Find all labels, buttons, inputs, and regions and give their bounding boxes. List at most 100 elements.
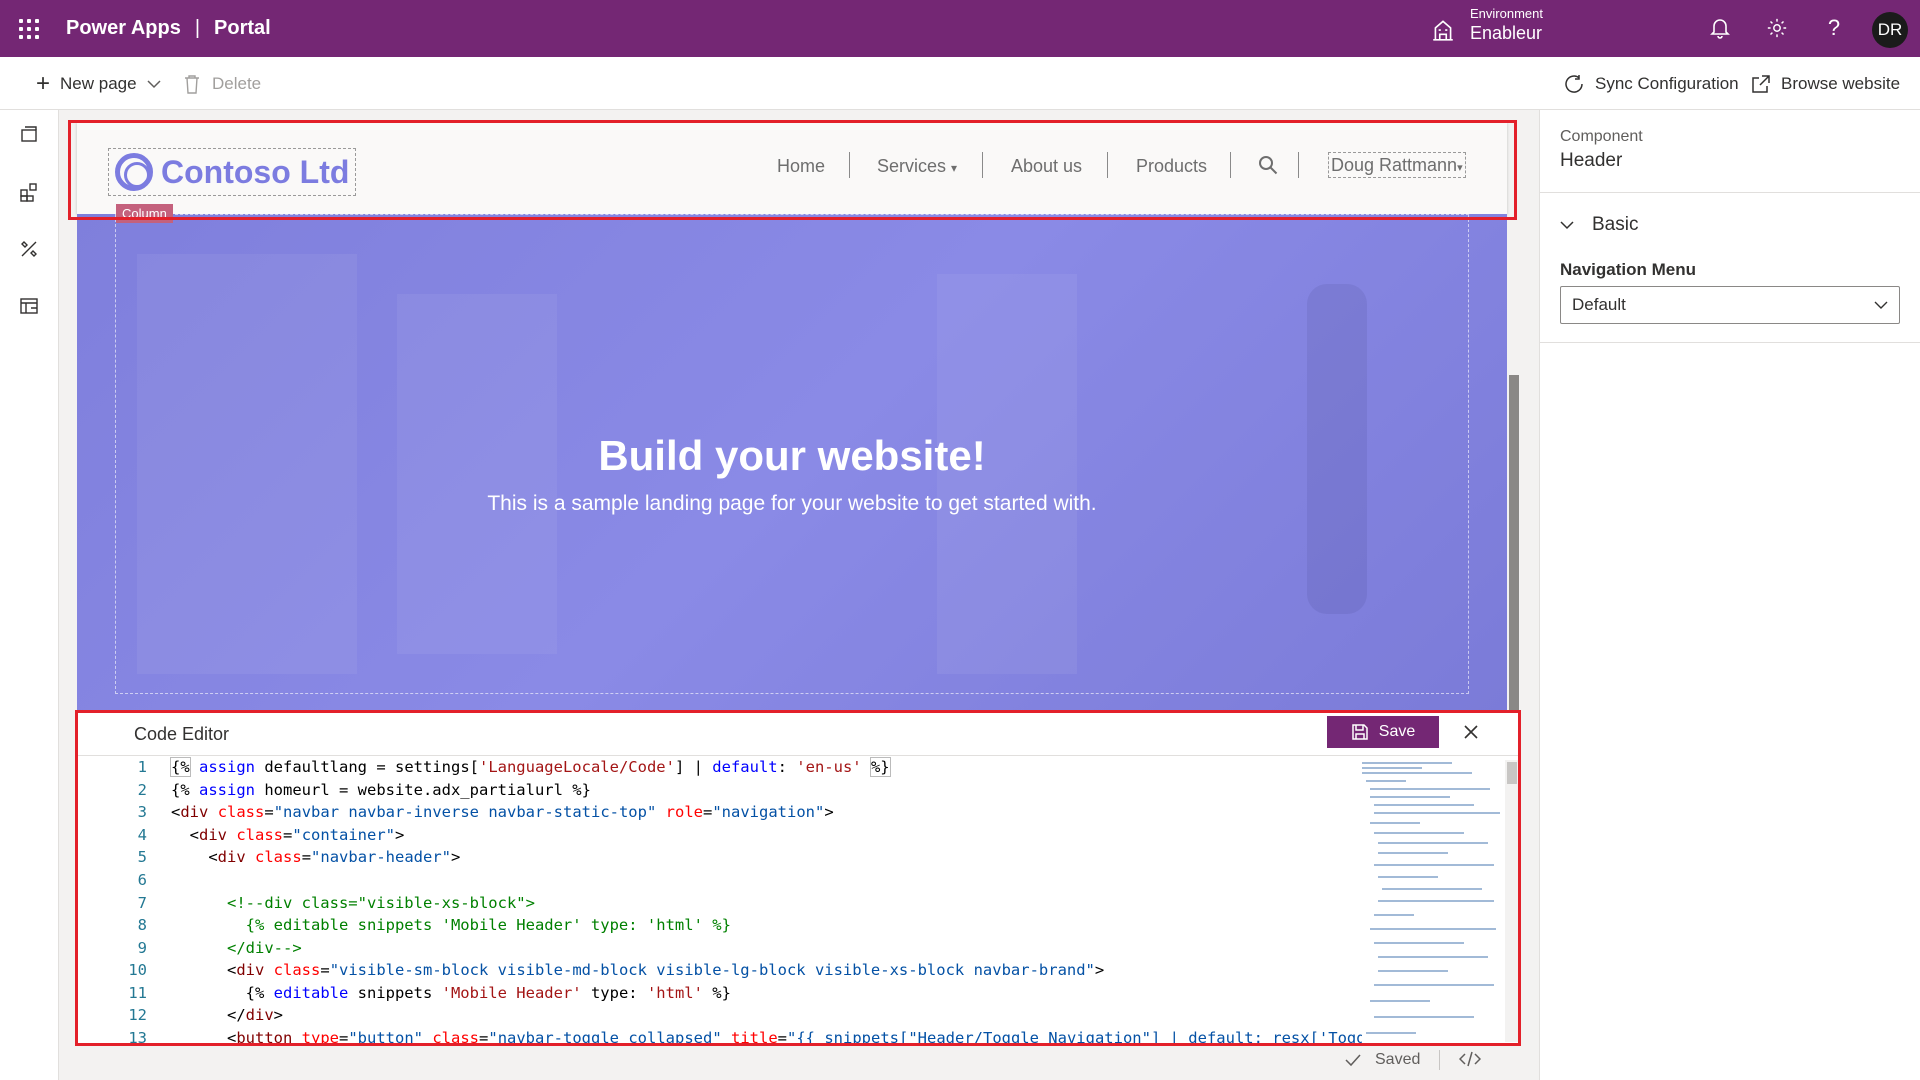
search-icon[interactable] (1258, 155, 1278, 175)
help-icon[interactable]: ? (1820, 14, 1848, 42)
components-icon[interactable] (14, 177, 44, 207)
code-icon[interactable] (1459, 1051, 1481, 1067)
code-editor-header: Code Editor Save (77, 712, 1519, 756)
nav-divider (849, 152, 850, 178)
line-number: 10 (128, 961, 147, 979)
caret-down-icon: ▾ (1457, 162, 1463, 174)
code-line: <!--div class="visible-xs-block"> (171, 894, 535, 912)
code-line: {% assign homeurl = website.adx_partialu… (171, 781, 591, 799)
line-number: 6 (137, 871, 147, 889)
code-editor-panel: Code Editor Save 1 2 3 4 5 6 7 8 9 10 11… (77, 712, 1519, 1044)
nav-divider (1298, 152, 1299, 178)
sync-icon (1565, 74, 1583, 93)
code-line: </div> (171, 1006, 283, 1024)
user-menu[interactable]: Doug Rattmann▾ (1328, 152, 1466, 178)
bell-icon[interactable] (1706, 14, 1734, 42)
external-link-icon (1752, 74, 1770, 93)
line-number: 12 (128, 1006, 147, 1024)
site-header[interactable]: Contoso Ltd Home Services ▾ About us Pro… (77, 122, 1507, 214)
panel-divider (1540, 192, 1920, 193)
hero-title[interactable]: Build your website! (77, 432, 1507, 480)
status-bar: Saved (59, 1040, 1539, 1080)
trash-icon (185, 74, 199, 94)
pages-icon[interactable] (14, 120, 44, 150)
line-number: 7 (137, 894, 147, 912)
code-minimap[interactable] (1360, 760, 1500, 1042)
properties-panel: Component Header Basic Navigation Menu D… (1539, 110, 1920, 1080)
command-bar: + New page Delete Sync Configuration Bro… (0, 57, 1920, 110)
close-icon[interactable] (1457, 718, 1485, 746)
new-page-button[interactable]: + New page (36, 57, 161, 110)
code-line: </div--> (171, 939, 302, 957)
component-name: Header (1560, 150, 1623, 171)
scrollbar-thumb[interactable] (1507, 762, 1517, 784)
basic-section-label: Basic (1592, 214, 1639, 235)
save-button[interactable]: Save (1327, 716, 1439, 748)
avatar[interactable]: DR (1872, 12, 1908, 48)
sync-configuration-button[interactable]: Sync Configuration (1563, 57, 1739, 110)
save-icon (1352, 724, 1368, 740)
sync-configuration-label: Sync Configuration (1595, 73, 1739, 93)
data-icon[interactable] (14, 291, 44, 321)
save-label: Save (1378, 723, 1416, 740)
chevron-down-icon (1560, 221, 1574, 230)
environment-label: Environment (1470, 6, 1543, 21)
delete-button[interactable]: Delete (184, 57, 261, 110)
line-number: 9 (137, 939, 147, 957)
line-number: 2 (137, 781, 147, 799)
code-line: <div class="navbar navbar-inverse navbar… (171, 803, 834, 821)
app-header-bar: Power Apps | Portal Environment Enableur… (0, 0, 1920, 57)
code-vertical-scrollbar[interactable] (1505, 760, 1519, 1042)
navigation-menu-select[interactable]: Default (1560, 286, 1900, 324)
code-line: <div class="navbar-header"> (171, 848, 461, 866)
nav-about-us[interactable]: About us (1011, 156, 1082, 177)
gear-icon[interactable] (1763, 14, 1791, 42)
basic-section-toggle[interactable]: Basic (1560, 214, 1638, 236)
chevron-down-icon (1874, 301, 1888, 309)
line-number: 4 (137, 826, 147, 844)
code-editor-title: Code Editor (134, 724, 230, 744)
environment-picker[interactable]: Environment Enableur (1430, 6, 1543, 44)
environment-icon (1433, 20, 1453, 41)
line-number: 1 (137, 758, 147, 776)
code-line: {% editable snippets 'Mobile Header' typ… (171, 916, 731, 934)
nav-divider (1230, 152, 1231, 178)
hero-subtitle[interactable]: This is a sample landing page for your w… (77, 492, 1507, 516)
website-preview: Contoso Ltd Home Services ▾ About us Pro… (77, 122, 1507, 812)
component-label: Component (1560, 128, 1643, 145)
browse-website-button[interactable]: Browse website (1751, 57, 1900, 110)
user-name: Doug Rattmann (1331, 155, 1458, 175)
saved-status: Saved (1375, 1051, 1421, 1068)
navigation-menu-value: Default (1572, 295, 1626, 314)
design-canvas: Contoso Ltd Home Services ▾ About us Pro… (59, 110, 1539, 1080)
panel-divider (1540, 342, 1920, 343)
left-rail (0, 110, 59, 1080)
status-divider (1439, 1050, 1440, 1070)
logo-icon (115, 153, 153, 191)
styles-icon[interactable] (14, 234, 44, 264)
nav-divider (1107, 152, 1108, 178)
new-page-label: New page (60, 73, 137, 93)
nav-divider (982, 152, 983, 178)
navigation-menu-label: Navigation Menu (1560, 260, 1697, 279)
nav-services-label: Services (877, 156, 947, 176)
portal-title: Portal (214, 17, 271, 39)
nav-services[interactable]: Services ▾ (877, 156, 957, 177)
waffle-icon[interactable] (0, 0, 57, 57)
logo-text: Contoso Ltd (161, 153, 350, 190)
check-icon (1345, 1054, 1361, 1067)
code-text-area[interactable]: 1 2 3 4 5 6 7 8 9 10 11 12 13 {% assign … (77, 756, 1362, 1044)
nav-home[interactable]: Home (777, 156, 825, 177)
chevron-down-icon (147, 79, 161, 88)
site-logo[interactable]: Contoso Ltd (108, 148, 357, 196)
caret-down-icon: ▾ (951, 161, 958, 175)
nav-products[interactable]: Products (1136, 156, 1207, 177)
line-number: 3 (137, 803, 147, 821)
code-line: <div class="container"> (171, 826, 405, 844)
environment-name: Enableur (1470, 23, 1543, 43)
column-tag: Column (116, 204, 173, 223)
hero-section[interactable]: Build your website! This is a sample lan… (77, 214, 1507, 712)
app-name[interactable]: Power Apps (66, 17, 181, 40)
title-separator: | (194, 17, 201, 39)
